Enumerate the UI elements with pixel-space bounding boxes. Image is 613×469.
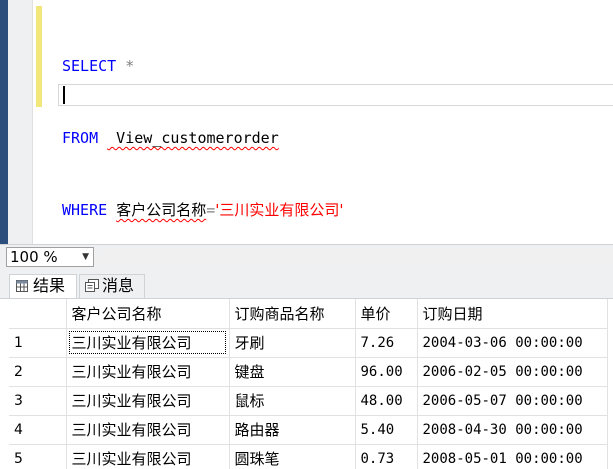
editor-horizontal-scrollbar[interactable] <box>98 249 613 266</box>
message-icon <box>85 279 99 292</box>
where-string-literal: '三川实业有限公司' <box>215 201 344 219</box>
cell-price[interactable]: 0.73 <box>355 444 418 469</box>
table-row[interactable]: 4 三川实业有限公司 路由器 5.40 2008-04-30 00:00:00 <box>9 415 608 445</box>
cell-price[interactable]: 96.00 <box>355 357 418 387</box>
cell-customer[interactable]: 三川实业有限公司 <box>66 386 230 416</box>
editor-glyph-margin <box>32 0 33 244</box>
cell-date[interactable]: 2008-04-30 00:00:00 <box>417 415 608 445</box>
cell-date[interactable]: 2004-03-06 00:00:00 <box>417 328 608 358</box>
change-tracking-bar <box>36 6 42 107</box>
row-number[interactable]: 1 <box>9 328 67 358</box>
table-row[interactable]: 1 三川实业有限公司 牙刷 7.26 2004-03-06 00:00:00 <box>9 328 608 358</box>
results-tab-strip: 结果 消息 <box>0 270 613 299</box>
chevron-down-icon[interactable]: ▼ <box>82 248 89 266</box>
zoom-dropdown[interactable]: 100 % ▼ <box>6 247 94 267</box>
equals-operator: = <box>206 201 216 219</box>
cell-price[interactable]: 7.26 <box>355 328 418 358</box>
tab-results-label: 结果 <box>33 276 66 295</box>
code-line-from: FROM View_customerorder <box>62 126 613 150</box>
cell-product[interactable]: 圆珠笔 <box>229 444 356 469</box>
column-header-product[interactable]: 订购商品名称 <box>229 299 356 329</box>
grid-icon <box>16 280 28 292</box>
cell-date[interactable]: 2006-05-07 00:00:00 <box>417 386 608 416</box>
results-table: 客户公司名称 订购商品名称 单价 订购日期 1 三川实业有限公司 牙刷 7.26… <box>9 299 608 469</box>
header-row: 客户公司名称 订购商品名称 单价 订购日期 <box>9 299 608 329</box>
code-text[interactable]: SELECT * FROM View_customerorder WHERE 客… <box>62 6 613 270</box>
row-number[interactable]: 4 <box>9 415 67 445</box>
cell-customer[interactable]: 三川实业有限公司 <box>66 357 230 387</box>
results-grid[interactable]: 客户公司名称 订购商品名称 单价 订购日期 1 三川实业有限公司 牙刷 7.26… <box>9 299 613 469</box>
editor-status-row: 100 % ▼ <box>0 244 613 270</box>
row-number[interactable]: 5 <box>9 444 67 469</box>
column-header-customer[interactable]: 客户公司名称 <box>66 299 230 329</box>
zoom-value: 100 % <box>10 248 58 266</box>
tab-messages-label: 消息 <box>102 276 135 295</box>
view-name-text: View_customerorder <box>107 129 279 147</box>
column-header-date[interactable]: 订购日期 <box>417 299 608 329</box>
view-name: View_customerorder <box>107 129 279 147</box>
cell-date[interactable]: 2008-05-01 00:00:00 <box>417 444 608 469</box>
cell-product[interactable]: 路由器 <box>229 415 356 445</box>
query-window: SELECT * FROM View_customerorder WHERE 客… <box>0 0 613 469</box>
code-line-select: SELECT * <box>62 54 613 78</box>
cell-customer[interactable]: 三川实业有限公司 <box>66 415 230 445</box>
cell-product[interactable]: 键盘 <box>229 357 356 387</box>
column-header-price[interactable]: 单价 <box>355 299 418 329</box>
tab-messages[interactable]: 消息 <box>79 274 145 298</box>
code-line-where: WHERE 客户公司名称='三川实业有限公司' <box>62 198 613 222</box>
column-header-rownum[interactable] <box>9 299 67 329</box>
text-caret <box>63 86 65 104</box>
cell-date[interactable]: 2006-02-05 00:00:00 <box>417 357 608 387</box>
row-number[interactable]: 3 <box>9 386 67 416</box>
editor-gutter <box>8 0 32 244</box>
table-row[interactable]: 3 三川实业有限公司 鼠标 48.00 2006-05-07 00:00:00 <box>9 386 608 416</box>
cell-customer[interactable]: 三川实业有限公司 <box>66 444 230 469</box>
editor-left-rail <box>0 0 8 244</box>
tab-results[interactable]: 结果 <box>9 274 77 298</box>
select-star: * <box>116 57 135 75</box>
keyword-where: WHERE <box>62 201 108 219</box>
table-row[interactable]: 5 三川实业有限公司 圆珠笔 0.73 2008-05-01 00:00:00 <box>9 444 608 469</box>
cell-price[interactable]: 5.40 <box>355 415 418 445</box>
table-row[interactable]: 2 三川实业有限公司 键盘 96.00 2006-02-05 00:00:00 <box>9 357 608 387</box>
keyword-from: FROM <box>62 129 99 147</box>
sql-editor[interactable]: SELECT * FROM View_customerorder WHERE 客… <box>0 0 613 244</box>
where-column: 客户公司名称 <box>116 201 207 219</box>
cell-price[interactable]: 48.00 <box>355 386 418 416</box>
cell-product[interactable]: 牙刷 <box>229 328 356 358</box>
keyword-select: SELECT <box>62 57 117 75</box>
cell-customer[interactable]: 三川实业有限公司 <box>66 328 230 358</box>
cell-product[interactable]: 鼠标 <box>229 386 356 416</box>
row-number[interactable]: 2 <box>9 357 67 387</box>
